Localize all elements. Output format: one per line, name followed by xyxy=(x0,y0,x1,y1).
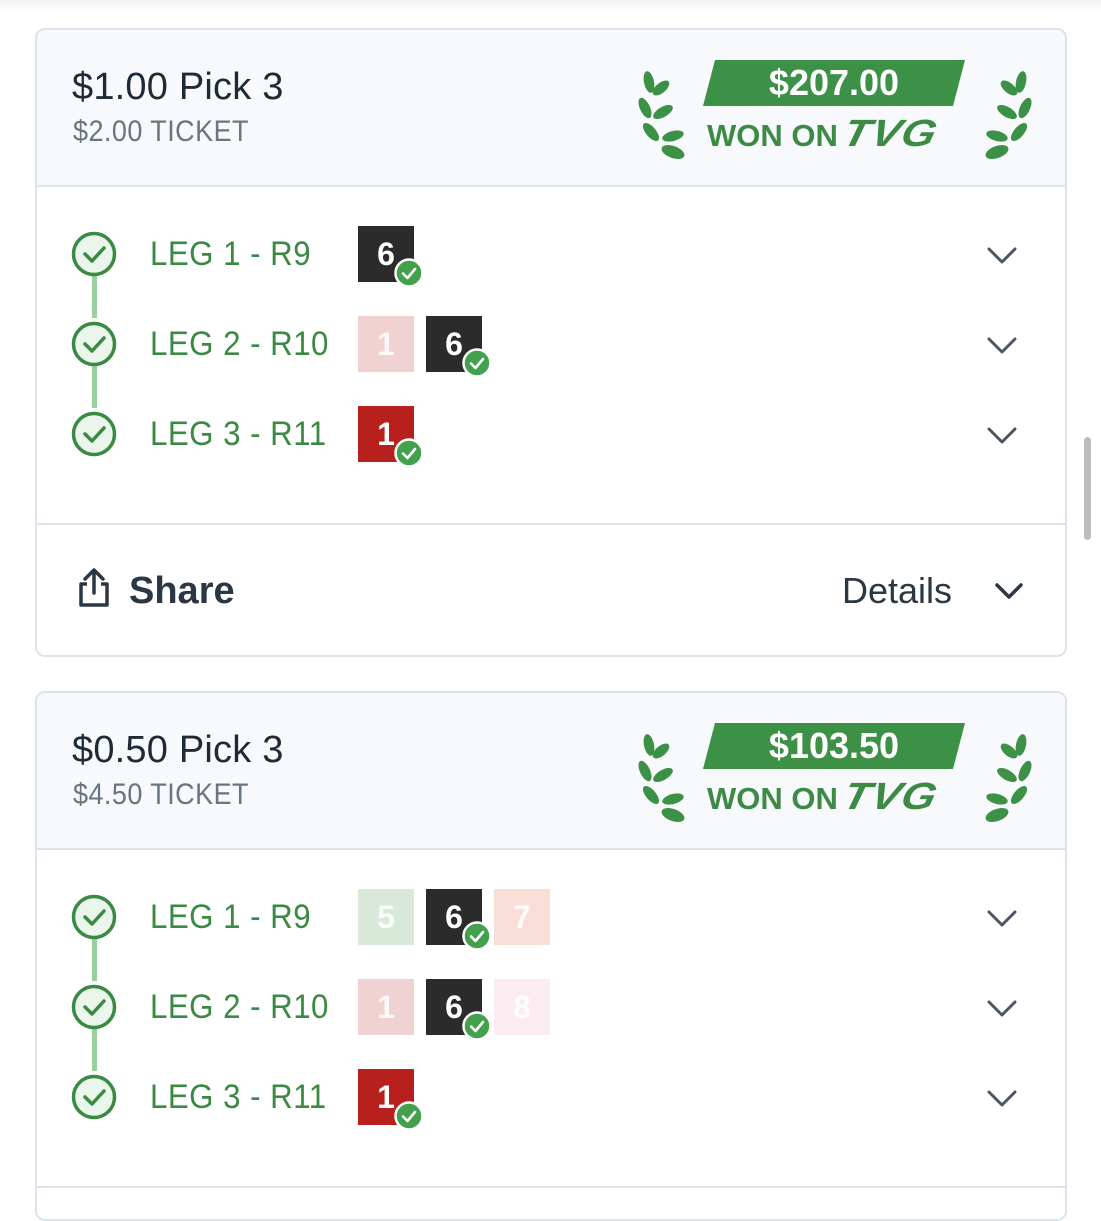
ticket-footer: Share Details xyxy=(37,523,1065,655)
ticket-card: $0.50 Pick 3 $4.50 TICKET $103.50 WON ON… xyxy=(35,691,1067,1221)
chevron-down-icon[interactable] xyxy=(985,901,1019,935)
ticket-amount: $4.50 TICKET xyxy=(73,778,249,811)
leg-label: LEG 3 - R11 xyxy=(150,1078,327,1116)
winner-check-icon xyxy=(462,921,492,951)
runner-number: 8 xyxy=(513,989,531,1025)
leg-row[interactable]: LEG 3 - R11 1 xyxy=(37,398,1065,468)
runner-number: 1 xyxy=(377,1079,395,1115)
laurel-icon xyxy=(638,71,685,159)
chevron-down-icon[interactable] xyxy=(985,991,1019,1025)
ticket-header: $1.00 Pick 3 $2.00 TICKET $207.00 WON ON… xyxy=(37,30,1065,187)
runner-number: 7 xyxy=(513,899,531,935)
runner-number: 1 xyxy=(377,416,395,452)
share-button[interactable]: Share xyxy=(129,570,235,613)
winner-check-icon xyxy=(394,1101,424,1131)
leg-complete-icon xyxy=(71,984,117,1030)
runner-1-winner: 1 xyxy=(358,1069,424,1131)
runner-number: 6 xyxy=(445,326,463,362)
winnings-amount: $103.50 xyxy=(703,723,965,769)
won-on-label: WON ON xyxy=(707,781,838,816)
leg-row[interactable]: LEG 1 - R9 5 6 7 xyxy=(37,881,1065,951)
runner-6-winner: 6 xyxy=(358,226,424,288)
winner-check-icon xyxy=(394,438,424,468)
winner-check-icon xyxy=(462,1011,492,1041)
win-badge: $103.50 WON ON TVG xyxy=(635,721,1035,825)
bet-title: $0.50 Pick 3 xyxy=(72,729,284,771)
bet-title: $1.00 Pick 3 xyxy=(72,66,284,108)
runner-number: 1 xyxy=(377,989,395,1025)
laurel-icon xyxy=(638,734,685,822)
chevron-down-icon[interactable] xyxy=(985,418,1019,452)
won-on-label: WON ON xyxy=(707,118,838,153)
section-divider xyxy=(37,1186,1065,1188)
runner-6-winner: 6 xyxy=(426,316,492,378)
runner-number: 6 xyxy=(445,989,463,1025)
chevron-down-icon[interactable] xyxy=(985,328,1019,362)
leg-complete-icon xyxy=(71,411,117,457)
runner-1-lost: 1 xyxy=(358,979,414,1035)
runner-number: 5 xyxy=(377,899,395,935)
leg-complete-icon xyxy=(71,894,117,940)
tvg-logo: TVG xyxy=(838,113,943,155)
leg-label: LEG 3 - R11 xyxy=(150,415,327,453)
winner-check-icon xyxy=(462,348,492,378)
runner-number: 6 xyxy=(445,899,463,935)
details-button[interactable]: Details xyxy=(842,570,952,612)
leg-label: LEG 1 - R9 xyxy=(150,898,312,936)
leg-complete-icon xyxy=(71,231,117,277)
ticket-amount: $2.00 TICKET xyxy=(73,115,249,148)
previous-card-shadow xyxy=(0,0,1101,14)
runner-number: 6 xyxy=(377,236,395,272)
leg-complete-icon xyxy=(71,1074,117,1120)
leg-label: LEG 2 - R10 xyxy=(150,988,329,1026)
leg-label: LEG 2 - R10 xyxy=(150,325,329,363)
runner-1-winner: 1 xyxy=(358,406,424,468)
runner-7-lost: 7 xyxy=(494,889,550,945)
leg-row[interactable]: LEG 1 - R9 6 xyxy=(37,218,1065,288)
share-icon[interactable] xyxy=(75,567,113,609)
leg-complete-icon xyxy=(71,321,117,367)
runner-6-winner: 6 xyxy=(426,889,492,951)
runner-1-lost: 1 xyxy=(358,316,414,372)
runner-8-lost: 8 xyxy=(494,979,550,1035)
scrollbar-thumb[interactable] xyxy=(1084,437,1091,540)
winner-check-icon xyxy=(394,258,424,288)
ticket-header: $0.50 Pick 3 $4.50 TICKET $103.50 WON ON… xyxy=(37,693,1065,850)
leg-row[interactable]: LEG 2 - R10 1 6 8 xyxy=(37,971,1065,1041)
tvg-logo: TVG xyxy=(838,776,943,818)
laurel-icon xyxy=(985,71,1032,159)
winnings-amount: $207.00 xyxy=(703,60,965,106)
runner-6-winner: 6 xyxy=(426,979,492,1041)
runner-number: 1 xyxy=(377,326,395,362)
chevron-down-icon[interactable] xyxy=(985,238,1019,272)
runner-5-lost: 5 xyxy=(358,889,414,945)
leg-label: LEG 1 - R9 xyxy=(150,235,312,273)
chevron-down-icon[interactable] xyxy=(985,1081,1019,1115)
chevron-down-icon[interactable] xyxy=(991,573,1027,609)
leg-row[interactable]: LEG 3 - R11 1 xyxy=(37,1061,1065,1131)
leg-row[interactable]: LEG 2 - R10 1 6 xyxy=(37,308,1065,378)
laurel-icon xyxy=(985,734,1032,822)
ticket-card: $1.00 Pick 3 $2.00 TICKET $207.00 WON ON… xyxy=(35,28,1067,657)
win-badge: $207.00 WON ON TVG xyxy=(635,58,1035,162)
